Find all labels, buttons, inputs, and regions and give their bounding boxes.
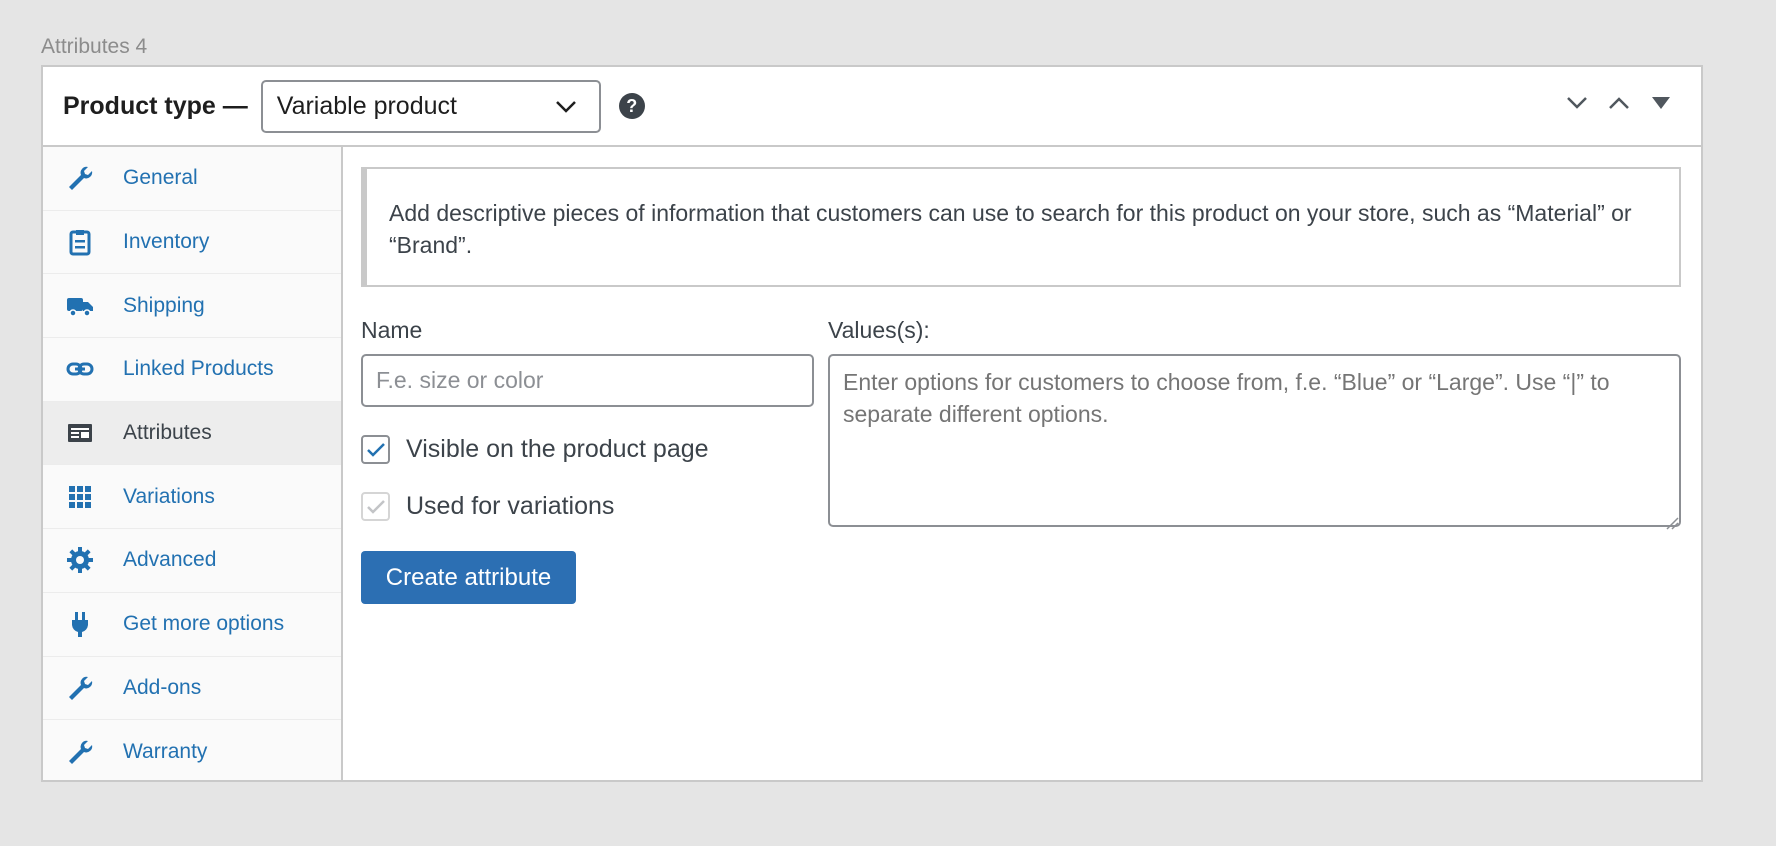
panel-header: Product type — Variable product ? xyxy=(43,67,1701,147)
tab-label: Advanced xyxy=(123,548,217,572)
tab-linked-products[interactable]: Linked Products xyxy=(43,338,341,402)
create-attribute-button[interactable]: Create attribute xyxy=(361,551,576,604)
gear-icon xyxy=(65,545,95,575)
variations-label: Used for variations xyxy=(406,492,615,520)
tab-label: Add-ons xyxy=(123,675,202,699)
tab-label: Warranty xyxy=(123,740,208,764)
values-label: Values(s): xyxy=(828,317,930,343)
visible-checkbox-row[interactable]: Visible on the product page xyxy=(361,435,828,464)
grid-icon xyxy=(65,482,95,512)
variations-checkbox xyxy=(361,492,390,521)
product-type-value: Variable product xyxy=(276,91,457,120)
visible-label: Visible on the product page xyxy=(406,435,709,463)
tab-label: Linked Products xyxy=(123,357,274,381)
truck-icon xyxy=(65,291,95,321)
tab-label: Shipping xyxy=(123,293,205,317)
tab-label: General xyxy=(123,166,198,190)
section-caption: Attributes 4 xyxy=(41,35,148,58)
tab-variations[interactable]: Variations xyxy=(43,465,341,530)
wrench-icon xyxy=(65,163,95,193)
resize-handle-icon[interactable] xyxy=(1663,514,1679,530)
name-label: Name xyxy=(361,317,423,343)
help-icon[interactable]: ? xyxy=(618,93,645,119)
attributes-icon xyxy=(65,418,95,448)
move-down-icon[interactable] xyxy=(1567,93,1587,113)
tab-warranty[interactable]: Warranty xyxy=(43,720,341,784)
info-notice: Add descriptive pieces of information th… xyxy=(361,167,1681,287)
product-type-label: Product type — xyxy=(63,91,248,120)
tab-add-ons[interactable]: Add-ons xyxy=(43,657,341,721)
link-icon xyxy=(65,354,95,384)
wrench-icon xyxy=(65,673,95,703)
tab-label: Inventory xyxy=(123,230,210,254)
plug-icon xyxy=(65,609,95,639)
tab-general[interactable]: General xyxy=(43,147,341,211)
tab-get-more-options[interactable]: Get more options xyxy=(43,593,341,657)
tab-shipping[interactable]: Shipping xyxy=(43,274,341,339)
attributes-content: Add descriptive pieces of information th… xyxy=(343,147,1701,780)
visible-checkbox[interactable] xyxy=(361,435,390,464)
attribute-values-textarea[interactable] xyxy=(828,354,1681,527)
tab-attributes[interactable]: Attributes xyxy=(43,401,341,466)
product-data-panel: Product type — Variable product ? Genera… xyxy=(41,65,1703,782)
tab-label: Variations xyxy=(123,484,215,508)
toggle-panel-icon[interactable] xyxy=(1651,93,1671,113)
tab-advanced[interactable]: Advanced xyxy=(43,529,341,593)
product-data-tabs: General Inventory Shipping Linked Produc… xyxy=(43,147,343,780)
attribute-name-input[interactable] xyxy=(361,354,814,407)
product-type-select[interactable]: Variable product xyxy=(260,79,601,133)
tab-inventory[interactable]: Inventory xyxy=(43,211,341,275)
wrench-icon xyxy=(65,737,95,767)
attribute-form: Name Visible on the product page Used fo… xyxy=(361,317,1683,604)
move-up-icon[interactable] xyxy=(1609,93,1629,113)
tab-label: Attributes xyxy=(123,421,212,445)
tab-label: Get more options xyxy=(123,612,285,636)
panel-controls xyxy=(1567,93,1671,113)
chevron-down-icon xyxy=(555,92,577,121)
variations-checkbox-row: Used for variations xyxy=(361,492,828,521)
clipboard-icon xyxy=(65,227,95,257)
